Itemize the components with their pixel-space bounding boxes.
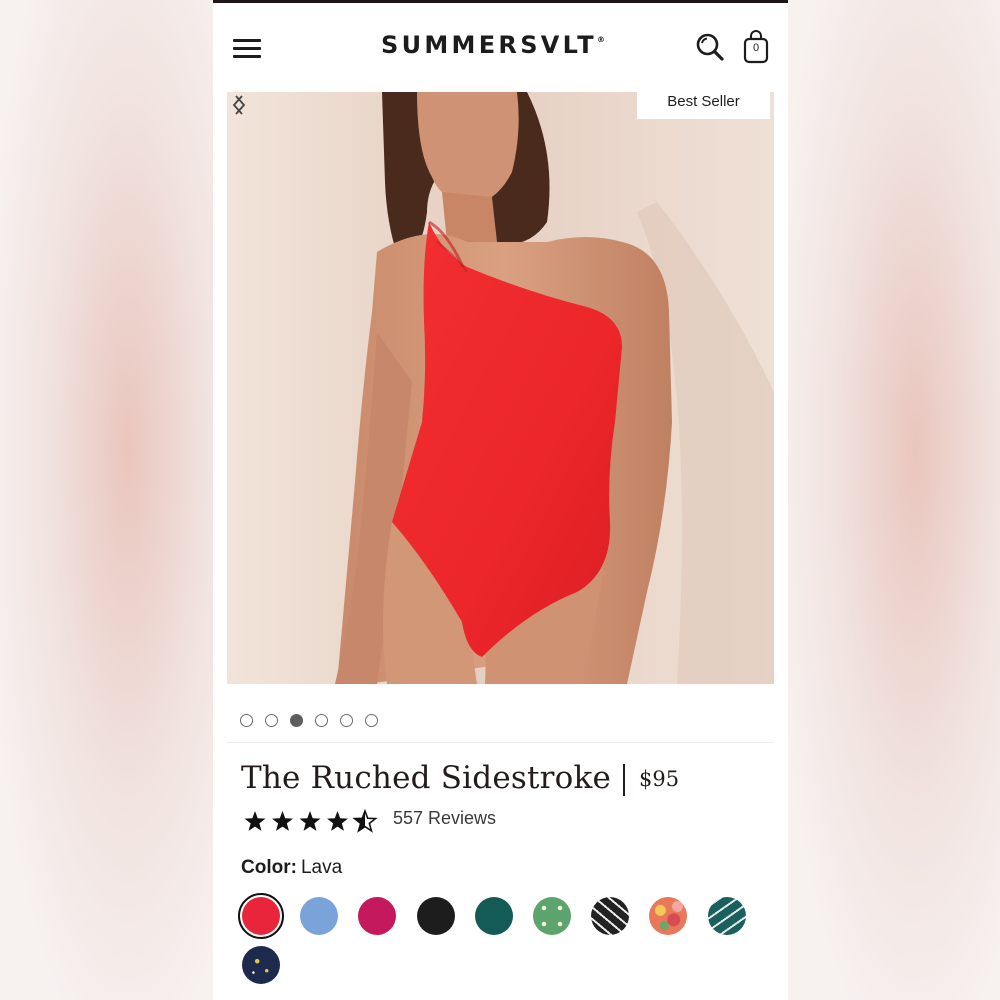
color-label-key: Color: bbox=[241, 857, 297, 878]
product-title: The Ruched Sidestroke bbox=[241, 760, 612, 796]
color-swatch-1[interactable] bbox=[242, 897, 280, 935]
color-swatch-3[interactable] bbox=[358, 897, 397, 935]
site-header: SUMMERSVLT® 0 bbox=[213, 3, 788, 91]
hamburger-icon[interactable] bbox=[233, 37, 263, 61]
color-swatch-5[interactable] bbox=[474, 897, 513, 935]
color-swatch-6[interactable] bbox=[533, 897, 571, 935]
product-price: $95 bbox=[639, 767, 680, 791]
color-label: Color: Lava bbox=[241, 857, 342, 879]
carousel-dot[interactable] bbox=[265, 714, 278, 727]
reviews-link[interactable]: 557 Reviews bbox=[393, 808, 496, 829]
blurred-background-right bbox=[788, 0, 1000, 1000]
star-full-icon bbox=[299, 811, 321, 831]
color-value: Lava bbox=[300, 857, 343, 878]
brand-name: SUMMERSVLT bbox=[381, 31, 597, 59]
product-image-carousel[interactable]: Best Seller bbox=[227, 92, 774, 684]
best-seller-badge: Best Seller bbox=[637, 92, 770, 119]
color-swatch-7[interactable] bbox=[591, 897, 630, 935]
phone-screen: SUMMERSVLT® 0 Best Seller The Ruched Sid… bbox=[213, 0, 788, 1000]
color-swatch-4[interactable] bbox=[416, 897, 455, 935]
star-full-icon bbox=[272, 811, 293, 831]
carousel-dot[interactable] bbox=[290, 714, 303, 727]
carousel-dot[interactable] bbox=[315, 714, 328, 727]
star-half-icon bbox=[352, 808, 378, 833]
carousel-dot[interactable] bbox=[240, 714, 253, 727]
carousel-dot[interactable] bbox=[340, 714, 353, 727]
color-swatch-2[interactable] bbox=[300, 897, 339, 935]
registered-mark: ® bbox=[596, 35, 605, 44]
search-icon[interactable] bbox=[695, 32, 725, 62]
shopping-bag-icon[interactable]: 0 bbox=[743, 30, 769, 64]
blurred-background-left bbox=[0, 0, 213, 1000]
rating-stars[interactable] bbox=[243, 808, 383, 836]
star-full-icon bbox=[244, 811, 266, 831]
carousel-dot[interactable] bbox=[365, 714, 378, 727]
product-photo bbox=[227, 92, 774, 684]
color-swatch-8[interactable] bbox=[649, 897, 688, 935]
star-full-icon bbox=[327, 811, 348, 831]
chevron-right-icon[interactable] bbox=[227, 92, 251, 118]
title-separator bbox=[623, 764, 625, 796]
cart-count: 0 bbox=[752, 42, 760, 54]
divider bbox=[227, 742, 774, 743]
color-swatch-10[interactable] bbox=[242, 946, 280, 984]
brand-logo[interactable]: SUMMERSVLT® bbox=[381, 31, 631, 59]
color-swatch-9[interactable] bbox=[707, 897, 746, 935]
